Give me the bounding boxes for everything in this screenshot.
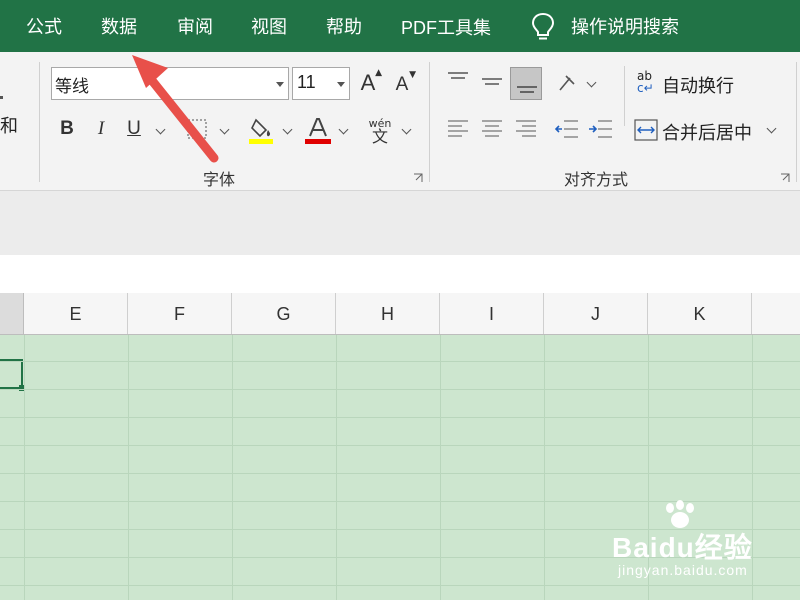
column-header-row: E F G H I J K (0, 293, 800, 335)
dialog-launcher-icon[interactable] (413, 173, 423, 183)
phonetic-guide-char: 文 (371, 126, 388, 146)
border-dropdown-icon[interactable] (219, 124, 230, 135)
column-header-D-partial[interactable] (0, 293, 24, 334)
font-color-icon[interactable] (304, 116, 332, 144)
grid-column-line (128, 335, 129, 600)
align-left-icon[interactable] (446, 117, 470, 141)
column-header[interactable]: J (544, 293, 648, 334)
fill-color-swatch (249, 139, 273, 144)
bottom-align-icon (517, 86, 537, 93)
column-header[interactable]: G (232, 293, 336, 334)
column-header[interactable]: I (440, 293, 544, 334)
fill-color-icon[interactable] (248, 116, 276, 144)
subgroup-separator (624, 66, 625, 126)
grid-column-line (336, 335, 337, 600)
ribbon-panel: 和 等线 11 A ▲ A ▼ B I U wén 文 字体 ab c↵ 自动换… (0, 52, 800, 191)
column-header[interactable]: K (648, 293, 752, 334)
bold-button[interactable]: B (56, 116, 78, 142)
tab-review[interactable]: 审阅 (177, 0, 213, 52)
column-header-partial[interactable] (752, 293, 800, 334)
merge-dropdown-icon[interactable] (766, 123, 777, 134)
grid-column-line (440, 335, 441, 600)
chevron-down-icon (337, 82, 345, 87)
tab-data[interactable]: 数据 (101, 0, 137, 52)
increase-font-size-button[interactable]: A ▲ (356, 68, 382, 98)
border-icon[interactable] (186, 118, 208, 140)
ribbon-spacer (0, 191, 800, 255)
font-size-select[interactable]: 11 (292, 67, 350, 100)
tab-help[interactable]: 帮助 (326, 0, 362, 52)
tell-me-search[interactable]: 操作说明搜索 (571, 0, 679, 52)
wrap-text-button[interactable]: ab c↵ 自动换行 (634, 70, 764, 100)
decrease-indent-icon[interactable] (554, 117, 580, 141)
middle-align-icon[interactable] (480, 69, 504, 93)
group-separator (39, 62, 40, 182)
alignment-group-label: 对齐方式 (564, 170, 629, 189)
font-size-value: 11 (297, 72, 316, 92)
font-group-label: 字体 (203, 170, 236, 189)
italic-button[interactable]: I (90, 116, 112, 142)
grid-row-line (0, 473, 800, 474)
wrap-text-label: 自动换行 (662, 76, 734, 97)
font-name-value: 等线 (55, 77, 89, 97)
tab-view[interactable]: 视图 (251, 0, 287, 52)
grid-row-line (0, 417, 800, 418)
orientation-icon[interactable] (556, 72, 580, 96)
merge-center-label: 合并后居中 (662, 123, 752, 144)
caret-down-icon: ▼ (409, 70, 416, 80)
grow-font-icon: A (360, 70, 376, 95)
font-name-select[interactable]: 等线 (51, 67, 289, 100)
fill-color-dropdown-icon[interactable] (282, 124, 293, 135)
ribbon-tab-bar: 公式 数据 审阅 视图 帮助 PDF工具集 操作说明搜索 (0, 0, 800, 52)
font-color-swatch (305, 139, 331, 144)
align-right-icon[interactable] (514, 117, 538, 141)
bottom-align-button[interactable] (510, 67, 542, 100)
grid-row-line (0, 361, 800, 362)
increase-indent-icon[interactable] (588, 117, 614, 141)
grid-column-line (24, 335, 25, 600)
grid-column-line (232, 335, 233, 600)
tab-formulas[interactable]: 公式 (26, 0, 62, 52)
clipped-group-label: 和 (0, 116, 18, 137)
phonetic-guide-button[interactable]: wén 文 (364, 116, 396, 146)
clipped-mark (0, 96, 3, 99)
underline-dropdown-icon[interactable] (155, 124, 166, 135)
grid-row-line (0, 389, 800, 390)
watermark-url: jingyan.baidu.com (618, 562, 748, 578)
wrap-arrow-icon: c↵ (637, 81, 654, 95)
grid-column-line (544, 335, 545, 600)
dialog-launcher-icon[interactable] (780, 173, 790, 183)
formula-bar[interactable] (0, 255, 800, 294)
phonetic-dropdown-icon[interactable] (401, 124, 412, 135)
align-center-icon[interactable] (480, 117, 504, 141)
caret-up-icon: ▲ (375, 68, 382, 78)
tab-pdf-tools[interactable]: PDF工具集 (401, 0, 491, 52)
lightbulb-icon[interactable] (530, 12, 556, 42)
column-header[interactable]: H (336, 293, 440, 334)
group-separator (429, 62, 430, 182)
column-header[interactable]: E (24, 293, 128, 334)
merge-center-button[interactable]: 合并后居中 (634, 117, 784, 147)
watermark-title: Baidu经验 (612, 532, 753, 563)
font-color-dropdown-icon[interactable] (338, 124, 349, 135)
underline-button[interactable]: U (122, 116, 146, 142)
group-separator (796, 62, 797, 182)
top-align-icon[interactable] (446, 69, 470, 93)
shrink-font-icon: A (395, 74, 409, 95)
column-header[interactable]: F (128, 293, 232, 334)
grid-row-line (0, 445, 800, 446)
decrease-font-size-button[interactable]: A ▼ (390, 70, 416, 100)
baidu-jingyan-watermark: Baidu经验 jingyan.baidu.com (612, 500, 792, 588)
orientation-dropdown-icon[interactable] (586, 77, 597, 88)
chevron-down-icon (276, 82, 284, 87)
merge-cells-icon (634, 119, 658, 141)
